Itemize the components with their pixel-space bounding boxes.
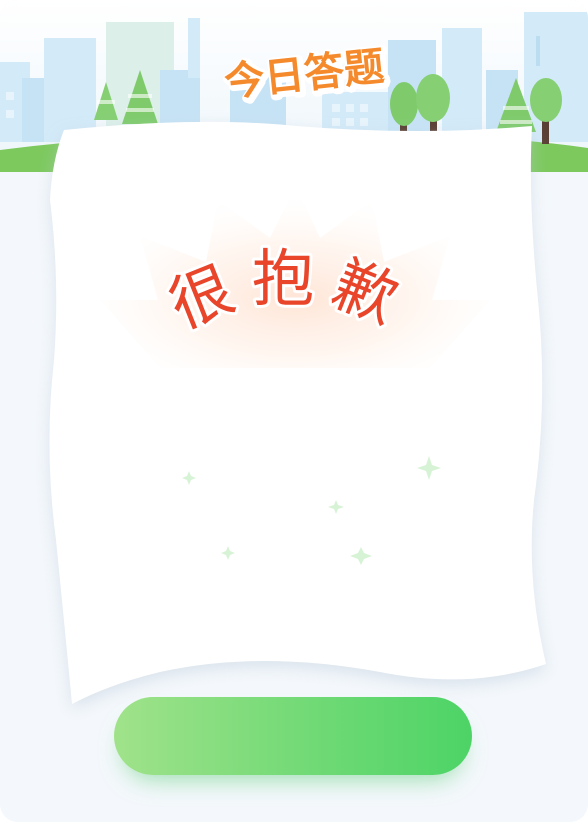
modal-title-text: 今日答题	[222, 44, 386, 106]
result-message-path: 很抱歉	[159, 242, 407, 343]
modal-title: 今日答题 今日答题	[221, 41, 393, 111]
result-message: 很抱歉 很抱歉	[156, 239, 421, 346]
confirm-button[interactable]	[114, 697, 472, 775]
result-message-text: 很抱歉	[159, 242, 421, 343]
quiz-result-modal: 今日答题 今日答题 很抱歉 很抱歉	[0, 0, 588, 822]
